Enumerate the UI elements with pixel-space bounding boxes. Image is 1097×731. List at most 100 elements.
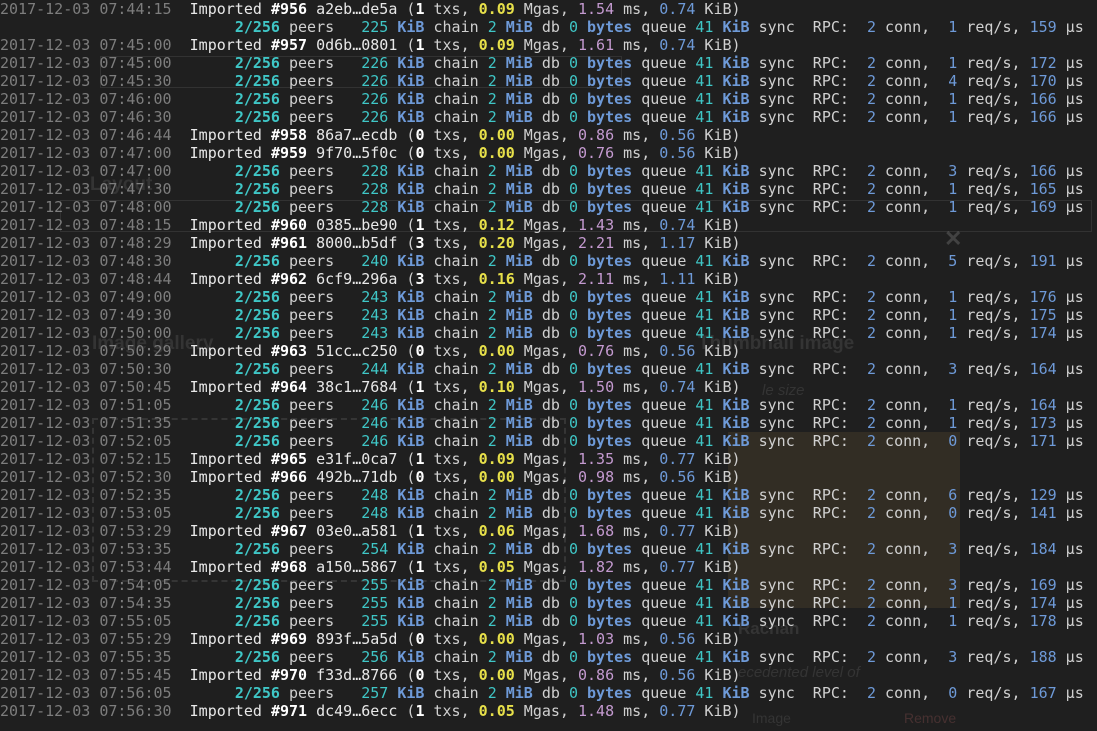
- log-imported-label: Imported: [189, 468, 262, 486]
- log-unit: KiB: [397, 288, 425, 306]
- log-tx-count: 0: [415, 468, 425, 486]
- log-mem: 225: [361, 18, 389, 36]
- log-queue: 41: [695, 414, 714, 432]
- log-kib: 0.74: [659, 378, 696, 396]
- log-ms: 0.76: [578, 144, 615, 162]
- log-queue: 41: [695, 18, 714, 36]
- log-rpc-us: 165: [1029, 180, 1057, 198]
- log-rpc-us: 172: [1029, 54, 1057, 72]
- log-mem: 255: [361, 594, 389, 612]
- log-chain: 2: [487, 90, 497, 108]
- log-tx-count: 3: [415, 270, 425, 288]
- log-block-number: #963: [270, 342, 308, 360]
- log-chain: 2: [487, 576, 497, 594]
- log-db: 0: [568, 54, 578, 72]
- log-unit: KiB: [397, 612, 425, 630]
- log-db: 0: [568, 576, 578, 594]
- log-chain: 2: [487, 396, 497, 414]
- log-unit: bytes: [587, 198, 633, 216]
- log-rpc-conn: 2: [867, 18, 877, 36]
- log-timestamp: 2017-12-03 07:46:44: [0, 126, 172, 144]
- log-imported-label: Imported: [189, 144, 262, 162]
- log-queue: 41: [695, 396, 714, 414]
- log-timestamp: 2017-12-03 07:51:35: [0, 414, 172, 432]
- log-chain: 2: [487, 252, 497, 270]
- log-block-hash: 51cc…c250: [316, 342, 398, 360]
- log-mem: 254: [361, 540, 389, 558]
- log-rpc-conn: 2: [867, 162, 877, 180]
- log-kib: 0.74: [659, 216, 696, 234]
- log-line-import: 2017-12-03 07:48:29 Imported #961 8000…b…: [0, 234, 741, 252]
- log-timestamp: 2017-12-03 07:45:00: [0, 36, 172, 54]
- log-block-hash: 6cf9…296a: [316, 270, 398, 288]
- log-line-sync: 2017-12-03 07:53:35 2/256 peers 254 KiB …: [0, 540, 1084, 558]
- log-line-sync: 2017-12-03 07:51:05 2/256 peers 246 KiB …: [0, 396, 1084, 414]
- log-imported-label: Imported: [189, 522, 262, 540]
- log-chain: 2: [487, 108, 497, 126]
- log-timestamp: 2017-12-03 07:44:15: [0, 0, 172, 18]
- log-rpc-conn: 2: [867, 576, 877, 594]
- log-unit: bytes: [587, 72, 633, 90]
- log-rpc-req: 1: [948, 90, 958, 108]
- log-timestamp: 2017-12-03 07:49:00: [0, 288, 172, 306]
- log-rpc-req: 0: [948, 504, 958, 522]
- log-timestamp: 2017-12-03 07:52:15: [0, 450, 172, 468]
- log-timestamp: 2017-12-03 07:55:35: [0, 648, 172, 666]
- log-output: 2017-12-03 07:44:15 Imported #956 a2eb…d…: [0, 0, 1084, 720]
- log-rpc-us: 164: [1029, 396, 1057, 414]
- log-rpc-conn: 2: [867, 414, 877, 432]
- log-chain: 2: [487, 594, 497, 612]
- log-queue: 41: [695, 54, 714, 72]
- log-timestamp: 2017-12-03 07:47:30: [0, 180, 172, 198]
- log-queue: 41: [695, 684, 714, 702]
- log-chain: 2: [487, 18, 497, 36]
- log-rpc-us: 170: [1029, 72, 1057, 90]
- log-kib: 0.74: [659, 0, 696, 18]
- log-rpc-us: 167: [1029, 684, 1057, 702]
- log-rpc-conn: 2: [867, 432, 877, 450]
- log-rpc-req: 3: [948, 162, 958, 180]
- log-rpc-us: 188: [1029, 648, 1057, 666]
- log-ms: 1.43: [578, 216, 615, 234]
- log-timestamp: 2017-12-03 07:46:00: [0, 90, 172, 108]
- log-line-import: 2017-12-03 07:48:15 Imported #960 0385…b…: [0, 216, 741, 234]
- log-unit: bytes: [587, 684, 633, 702]
- log-mem: 248: [361, 486, 389, 504]
- log-mem: 228: [361, 180, 389, 198]
- log-unit: MiB: [505, 486, 533, 504]
- log-chain: 2: [487, 684, 497, 702]
- log-timestamp: 2017-12-03 07:51:05: [0, 396, 172, 414]
- log-rpc-conn: 2: [867, 648, 877, 666]
- log-rpc-conn: 2: [867, 360, 877, 378]
- log-queue: 41: [695, 540, 714, 558]
- log-peers: 2/256: [234, 198, 280, 216]
- log-timestamp: 2017-12-03 07:53:35: [0, 540, 172, 558]
- log-kib: 0.77: [659, 522, 696, 540]
- terminal-window[interactable]: Layout ✕ Image gallery Thumbnail image l…: [0, 0, 1097, 731]
- log-mgas: 0.05: [478, 702, 515, 720]
- log-mem: 248: [361, 504, 389, 522]
- log-peers: 2/256: [234, 360, 280, 378]
- log-unit: bytes: [587, 486, 633, 504]
- log-rpc-req: 6: [948, 486, 958, 504]
- log-rpc-conn: 2: [867, 252, 877, 270]
- log-queue: 41: [695, 198, 714, 216]
- log-mgas: 0.16: [478, 270, 515, 288]
- log-unit: KiB: [397, 90, 425, 108]
- log-block-hash: 492b…71db: [316, 468, 398, 486]
- log-kib: 0.74: [659, 36, 696, 54]
- log-line-sync: 2017-12-03 07:55:05 2/256 peers 255 KiB …: [0, 612, 1084, 630]
- log-timestamp: 2017-12-03 07:55:29: [0, 630, 172, 648]
- log-mem: 228: [361, 162, 389, 180]
- log-timestamp: 2017-12-03 07:54:35: [0, 594, 172, 612]
- log-unit: KiB: [722, 72, 750, 90]
- log-unit: KiB: [397, 360, 425, 378]
- log-timestamp: 2017-12-03 07:55:05: [0, 612, 172, 630]
- log-peers: 2/256: [234, 504, 280, 522]
- log-imported-label: Imported: [189, 270, 262, 288]
- log-db: 0: [568, 648, 578, 666]
- log-line-sync: 2017-12-03 07:47:30 2/256 peers 228 KiB …: [0, 180, 1084, 198]
- log-db: 0: [568, 90, 578, 108]
- log-mgas: 0.12: [478, 216, 515, 234]
- log-block-hash: f33d…8766: [316, 666, 398, 684]
